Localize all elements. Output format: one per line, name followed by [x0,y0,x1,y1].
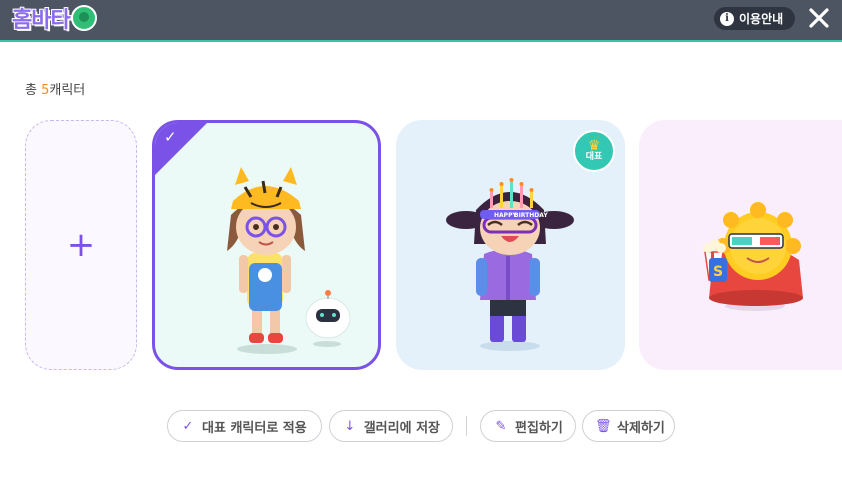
count-prefix: 총 [25,83,42,98]
trash-icon: 🗑 [595,418,612,434]
action-bar: ✓ 대표 캐릭터로 적용 ↓ 갤러리에 저장 ✎ 편집하기 🗑 삭제하기 [0,410,842,444]
svg-text:S: S [713,264,723,280]
homebata-logo: 홈바타 [12,3,97,33]
divider [466,416,467,436]
checkmark-icon: ✓ [164,128,177,146]
character-count: 총 5캐릭터 [25,79,85,98]
set-representative-button[interactable]: ✓ 대표 캐릭터로 적용 [167,410,322,442]
delete-button[interactable]: 🗑 삭제하기 [582,410,675,442]
avatar-image-3: S [703,202,803,311]
representative-label: 대표 [585,152,603,163]
usage-guide-label: 이용안내 [739,12,784,26]
delete-label: 삭제하기 [617,420,665,436]
download-icon: ↓ [344,418,356,434]
close-button[interactable] [808,6,830,30]
top-bar: 홈바타 i 이용안내 [0,0,842,42]
pencil-icon: ✎ [495,418,507,434]
selected-corner [155,123,207,175]
plus-icon: + [66,225,96,265]
edit-button[interactable]: ✎ 편집하기 [480,410,576,442]
count-suffix: 캐릭터 [49,83,86,98]
save-to-gallery-label: 갤러리에 저장 [363,420,440,436]
mascot-icon [70,5,97,31]
character-card-1[interactable]: ✓ [152,120,381,370]
character-card-2[interactable]: HAPPY BIRTHDAY ♛ 대표 [396,120,625,370]
logo-text: 홈바타 [12,8,71,33]
check-icon: ✓ [182,418,194,434]
edit-label: 편집하기 [515,420,563,436]
add-character-card[interactable]: + [25,120,137,370]
info-icon: i [720,11,734,26]
character-card-3[interactable]: S [639,120,842,370]
usage-guide-button[interactable]: i 이용안내 [714,7,795,30]
set-representative-label: 대표 캐릭터로 적용 [202,420,307,436]
close-icon [809,8,829,28]
representative-badge: ♛ 대표 [573,130,615,172]
crown-icon: ♛ [587,138,601,155]
save-to-gallery-button[interactable]: ↓ 갤러리에 저장 [329,410,453,442]
headband-text-2: BIRTHDAY [514,212,548,219]
